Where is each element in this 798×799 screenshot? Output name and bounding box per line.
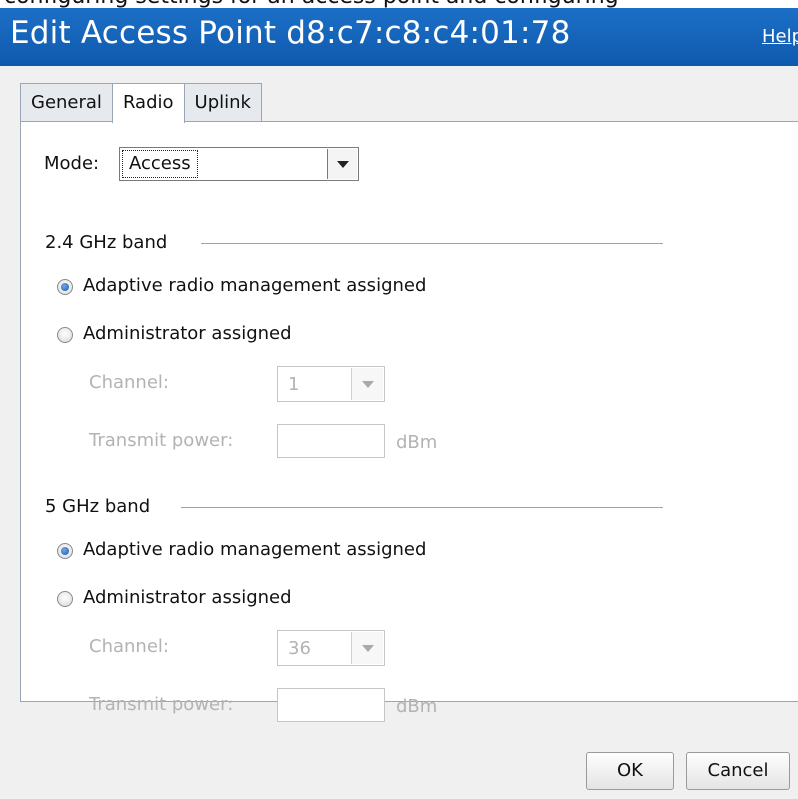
- band-5ghz-adaptive-radio[interactable]: [57, 543, 73, 559]
- tab-general[interactable]: General: [20, 83, 113, 121]
- band-24ghz-adaptive-label: Adaptive radio management assigned: [83, 275, 427, 296]
- band-24ghz-divider: [201, 243, 663, 244]
- band-24ghz-channel-label: Channel:: [89, 372, 169, 393]
- band-24ghz-channel-select[interactable]: 1: [277, 366, 385, 402]
- band-24ghz-admin-label: Administrator assigned: [83, 323, 292, 344]
- band-24ghz-header: 2.4 GHz band: [45, 232, 168, 253]
- previous-content-strip: configuring settings for an access point…: [0, 0, 798, 8]
- mode-label: Mode:: [44, 153, 100, 174]
- band-24ghz-channel-value: 1: [288, 374, 300, 395]
- band-24ghz-adaptive-radio[interactable]: [57, 279, 73, 295]
- mode-select[interactable]: Access: [119, 147, 359, 181]
- dialog-titlebar: Edit Access Point d8:c7:c8:c4:01:78 Help: [0, 8, 798, 66]
- band-24ghz-power-label: Transmit power:: [89, 430, 234, 451]
- band-5ghz-header: 5 GHz band: [45, 496, 151, 517]
- band-24ghz-channel-dropdown-button[interactable]: [351, 368, 383, 400]
- chevron-down-icon: [337, 161, 349, 168]
- cancel-button[interactable]: Cancel: [686, 752, 790, 790]
- mode-select-value: Access: [122, 150, 198, 178]
- band-5ghz-admin-radio[interactable]: [57, 591, 73, 607]
- radio-tab-panel: Mode: Access 2.4 GHz band Adaptive radio…: [20, 121, 798, 722]
- band-5ghz-channel-label: Channel:: [89, 636, 169, 657]
- band-24ghz-power-unit: dBm: [396, 432, 438, 453]
- band-24ghz-admin-radio[interactable]: [57, 327, 73, 343]
- band-5ghz-adaptive-label: Adaptive radio management assigned: [83, 539, 427, 560]
- previous-content-text: configuring settings for an access point…: [4, 0, 619, 8]
- band-5ghz-power-label: Transmit power:: [89, 694, 234, 715]
- ok-button[interactable]: OK: [586, 752, 674, 790]
- help-link[interactable]: Help: [762, 26, 798, 47]
- band-5ghz-power-input[interactable]: [277, 688, 385, 722]
- tab-uplink[interactable]: Uplink: [183, 83, 262, 121]
- band-5ghz-power-unit: dBm: [396, 696, 438, 717]
- band-5ghz-channel-value: 36: [288, 638, 311, 659]
- edit-access-point-dialog: configuring settings for an access point…: [0, 0, 798, 799]
- band-5ghz-admin-label: Administrator assigned: [83, 587, 292, 608]
- band-5ghz-channel-dropdown-button[interactable]: [351, 632, 383, 664]
- dialog-title: Edit Access Point d8:c7:c8:c4:01:78: [10, 15, 571, 51]
- tab-radio[interactable]: Radio: [111, 83, 185, 123]
- chevron-down-icon: [362, 381, 374, 388]
- band-24ghz-power-input[interactable]: [277, 424, 385, 458]
- mode-select-dropdown-button[interactable]: [327, 149, 357, 179]
- tab-bar: General Radio Uplink: [20, 83, 262, 123]
- band-5ghz-channel-select[interactable]: 36: [277, 630, 385, 666]
- chevron-down-icon: [362, 645, 374, 652]
- band-5ghz-divider: [181, 507, 663, 508]
